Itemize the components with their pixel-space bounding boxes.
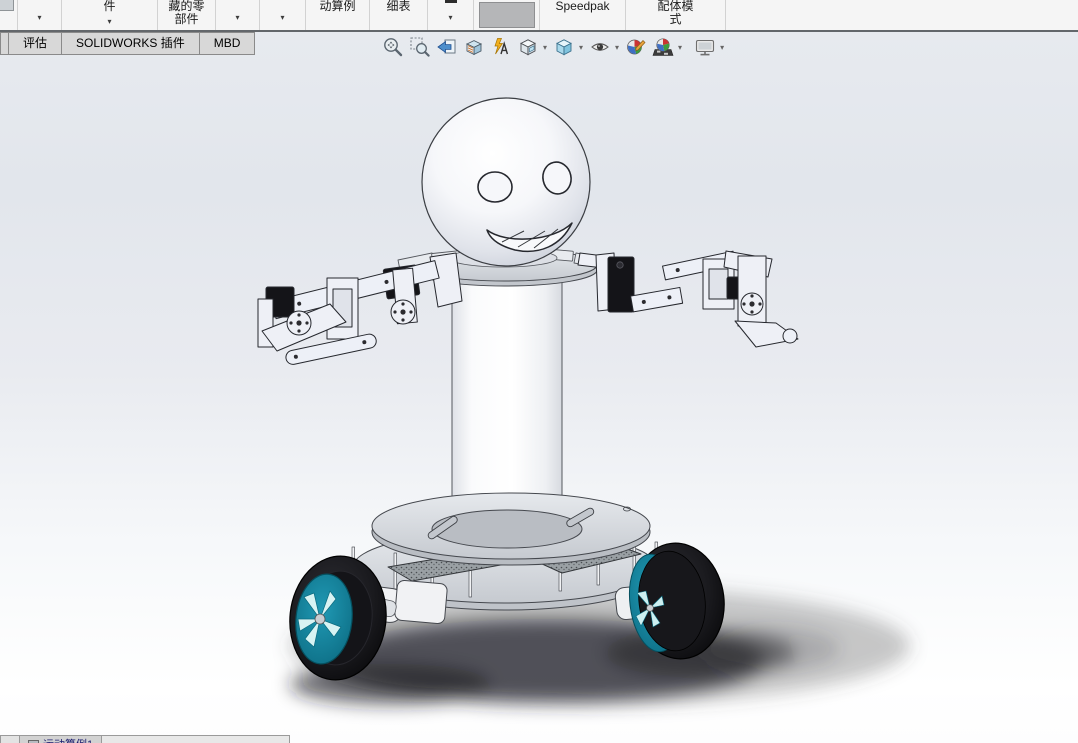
right-arm[interactable] <box>577 250 799 348</box>
chassis-top-plate[interactable] <box>371 492 651 566</box>
edit-appearance-icon[interactable] <box>624 35 648 59</box>
command-manager-tabs: 评估 SOLIDWORKS 插件 MBD <box>0 32 256 55</box>
annotation-views-icon[interactable] <box>489 35 513 59</box>
tab-mbd[interactable]: MBD <box>199 32 256 55</box>
display-style-icon[interactable] <box>552 35 576 59</box>
head[interactable] <box>421 97 591 267</box>
dropdown-caret-icon[interactable]: ▾ <box>615 43 619 52</box>
tab-motion-study[interactable]: 运动算例1 <box>20 735 103 743</box>
ribbon-button-label: Speedpak <box>555 0 610 13</box>
dropdown-caret-icon[interactable]: ▾ <box>235 14 239 22</box>
ribbon-button-label: 动算例 <box>319 0 356 13</box>
ribbon-button-pressed[interactable] <box>474 0 540 30</box>
ribbon-button-insert-component[interactable]: 件 ▾ <box>62 0 158 30</box>
ribbon-button-hidden-components[interactable]: 藏的零部件 <box>158 0 216 30</box>
ribbon-empty-space <box>726 0 1078 30</box>
left-eye <box>477 171 513 203</box>
model-motion-tabs: 运动算例1 <box>0 735 290 743</box>
view-orientation-icon[interactable] <box>516 35 540 59</box>
dropdown-caret-icon[interactable]: ▾ <box>720 43 724 52</box>
pressed-button-face[interactable] <box>478 2 535 28</box>
view-settings-icon[interactable] <box>693 35 717 59</box>
motion-study-label: 运动算例1 <box>43 736 93 743</box>
hide-show-items-icon[interactable] <box>588 35 612 59</box>
ribbon-button-large-assembly-mode[interactable]: 配体模式 <box>626 0 726 30</box>
ribbon-button-label: 藏的零部件 <box>168 0 205 26</box>
ribbon-button-label: 细表 <box>386 0 411 13</box>
robot-assembly-model[interactable] <box>0 32 1078 743</box>
dropdown-caret-icon[interactable]: ▾ <box>37 14 41 22</box>
heads-up-view-toolbar: ▾ ▾ ▾ ▾ ▾ <box>381 35 729 59</box>
ribbon-corner-icon <box>0 0 18 30</box>
dropdown-caret-icon[interactable]: ▾ <box>107 18 111 26</box>
tab-clipped-stub[interactable] <box>0 32 9 55</box>
ribbon-button-speedpak[interactable]: Speedpak <box>540 0 626 30</box>
graphics-viewport[interactable]: 运动算例1 <box>0 32 1078 743</box>
dropdown-caret-icon[interactable]: ▾ <box>543 43 547 52</box>
tab-strip-empty <box>102 735 290 743</box>
dropdown-caret-icon[interactable]: ▾ <box>280 14 284 22</box>
ribbon-button-motion-study[interactable]: 动算例 <box>306 0 370 30</box>
clipped-icon <box>0 0 14 11</box>
dropdown-caret-icon[interactable]: ▾ <box>579 43 583 52</box>
previous-view-icon[interactable] <box>435 35 459 59</box>
ribbon-button-1[interactable]: ▾ <box>18 0 62 30</box>
ribbon-button-3[interactable]: ▾ <box>260 0 306 30</box>
zoom-to-area-icon[interactable] <box>408 35 432 59</box>
dropdown-caret-icon[interactable]: ▾ <box>678 43 682 52</box>
left-arm[interactable] <box>257 252 463 366</box>
ribbon-button-label: 件 <box>103 0 116 13</box>
zoom-to-fit-icon[interactable] <box>381 35 405 59</box>
ribbon-button-label: 配体模式 <box>657 0 694 26</box>
tab-solidworks-addins[interactable]: SOLIDWORKS 插件 <box>62 32 200 55</box>
ribbon-button-2[interactable]: ▾ <box>216 0 260 30</box>
tab-scroll-button[interactable] <box>0 735 20 743</box>
ribbon-button-4[interactable]: ▾ <box>428 0 474 30</box>
dropdown-caret-icon[interactable]: ▾ <box>448 14 452 22</box>
tab-evaluate[interactable]: 评估 <box>9 32 63 55</box>
ribbon-button-bom[interactable]: 细表 <box>370 0 428 30</box>
section-view-icon[interactable] <box>462 35 486 59</box>
ribbon: ▾ 件 ▾ 藏的零部件 ▾ ▾ 动算例 细表 ▾ Speedpak 配体模式 <box>0 0 1078 32</box>
apply-scene-icon[interactable] <box>651 35 675 59</box>
clipped-glyph <box>444 0 457 3</box>
